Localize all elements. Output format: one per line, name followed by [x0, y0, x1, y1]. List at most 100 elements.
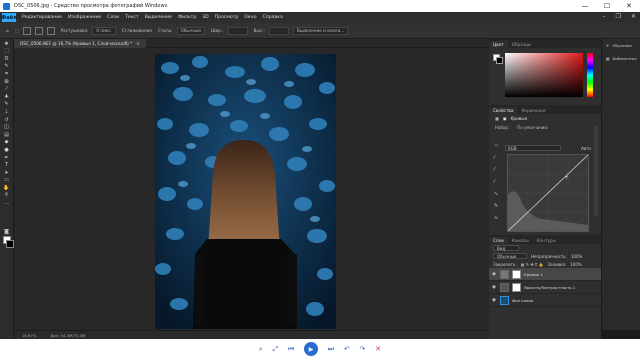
zoom-icon[interactable]: ⌕: [259, 345, 263, 354]
color-bg-swatch[interactable]: [496, 57, 503, 64]
healing-tool-icon[interactable]: ✚: [2, 94, 11, 100]
learn-panel-button[interactable]: ☀ Обучение: [602, 39, 640, 52]
stamp-tool-icon[interactable]: ⊥: [2, 109, 11, 115]
rotate-right-icon[interactable]: ↷: [360, 345, 366, 353]
ps-restore-icon[interactable]: ❐: [616, 13, 621, 20]
visibility-eye-icon[interactable]: ◉: [492, 285, 497, 290]
history-brush-icon[interactable]: ↺: [2, 117, 11, 123]
more-tools-icon[interactable]: …: [2, 201, 11, 206]
curves-graph[interactable]: +: [507, 154, 589, 232]
layer-row[interactable]: ◉ Яркость/Контрастность 1: [489, 281, 601, 294]
gradient-tool-icon[interactable]: ▤: [2, 132, 11, 138]
subtract-selection-icon[interactable]: [46, 26, 55, 35]
ps-minimize-icon[interactable]: –: [603, 13, 606, 20]
eyedropper-white-icon[interactable]: ⁄: [494, 180, 500, 185]
type-tool-icon[interactable]: T: [2, 163, 11, 168]
menu-help[interactable]: Справка: [263, 15, 283, 20]
crop-tool-icon[interactable]: ⌗: [2, 71, 11, 77]
preset-select[interactable]: По умолчанию: [517, 125, 548, 130]
close-button[interactable]: ✕: [618, 0, 640, 12]
tab-properties[interactable]: Свойства: [489, 107, 518, 114]
tab-swatches[interactable]: Образцы: [508, 41, 536, 48]
tab-adjustments[interactable]: Коррекция: [517, 107, 549, 114]
canvas-area[interactable]: [14, 48, 490, 330]
width-input[interactable]: [227, 26, 248, 35]
minimize-button[interactable]: —: [574, 0, 596, 12]
layer-mask-thumb[interactable]: [512, 269, 521, 279]
auto-button[interactable]: Авто: [581, 146, 591, 151]
next-icon[interactable]: ⏭: [328, 345, 334, 354]
add-selection-icon[interactable]: [34, 26, 43, 35]
eyedropper-gray-icon[interactable]: ⁄: [494, 168, 500, 173]
opacity-value[interactable]: 100%: [571, 254, 582, 259]
menu-layers[interactable]: Слои: [107, 15, 119, 20]
visibility-eye-icon[interactable]: ◉: [492, 272, 497, 277]
quick-mask-icon[interactable]: ◙: [2, 230, 11, 235]
libraries-panel-button[interactable]: ▦ Библиотеки: [602, 52, 640, 65]
document-tab[interactable]: DSC_0506.NEF @ 16,7% (Кривые 1, Слой-мас…: [14, 39, 146, 48]
eraser-tool-icon[interactable]: ◫: [2, 125, 11, 130]
pen-tool-icon[interactable]: ✒: [2, 155, 11, 161]
menu-view[interactable]: Просмотр: [215, 15, 239, 20]
blur-tool-icon[interactable]: ◆: [2, 140, 11, 145]
menu-select[interactable]: Выделение: [145, 15, 172, 20]
document-tab-close-icon[interactable]: ×: [136, 41, 140, 46]
fit-window-icon[interactable]: ⤢: [273, 345, 279, 354]
eyedropper-black-icon[interactable]: ⁄: [494, 156, 500, 161]
layer-row[interactable]: ◉ Фон копия: [489, 294, 601, 307]
shape-tool-icon[interactable]: ▭: [2, 178, 11, 183]
maximize-button[interactable]: ☐: [596, 0, 618, 12]
menu-filter[interactable]: Фильтр: [178, 15, 196, 20]
ps-close-icon[interactable]: ✕: [631, 13, 636, 20]
zoom-level[interactable]: 16,67%: [22, 333, 36, 338]
select-and-mask-button[interactable]: Выделение и маска...: [292, 26, 349, 35]
style-select[interactable]: Обычный: [176, 26, 205, 35]
zoom-tool-icon[interactable]: ⚲: [2, 193, 11, 198]
target-adjust-icon[interactable]: ☜: [494, 144, 500, 149]
new-selection-icon[interactable]: [22, 26, 31, 35]
menu-3d[interactable]: 3D: [202, 15, 208, 20]
tab-layers[interactable]: Слои: [489, 237, 508, 244]
move-tool-icon[interactable]: ✥: [2, 41, 11, 47]
smoothing-checkbox[interactable]: Сглаживание: [122, 28, 152, 33]
mask-icon[interactable]: ◼: [503, 116, 506, 121]
rotate-left-icon[interactable]: ↶: [344, 345, 350, 353]
hue-slider[interactable]: [587, 53, 593, 97]
dodge-tool-icon[interactable]: ●: [2, 147, 11, 153]
home-icon[interactable]: ⌂: [6, 28, 9, 33]
feather-input[interactable]: 0 пикс.: [92, 26, 116, 35]
tab-color[interactable]: Цвет: [489, 41, 508, 48]
marquee-tool-icon[interactable]: ⬚: [15, 28, 19, 33]
frame-tool-icon[interactable]: ⊠: [2, 79, 11, 85]
tab-channels[interactable]: Каналы: [508, 237, 533, 244]
lasso-tool-icon[interactable]: ʘ: [2, 56, 11, 62]
file-menu-highlight[interactable]: Файл: [1, 13, 17, 22]
hand-tool-icon[interactable]: ✋: [2, 185, 11, 191]
path-select-tool-icon[interactable]: ➤: [2, 170, 11, 176]
menu-edit[interactable]: Редактирование: [22, 15, 62, 20]
layer-row[interactable]: ◉ Кривые 1: [489, 268, 601, 281]
smooth-icon[interactable]: ≈: [494, 216, 500, 221]
pencil-icon[interactable]: ✎: [494, 204, 500, 209]
fill-value[interactable]: 100%: [570, 262, 581, 267]
menu-text[interactable]: Текст: [125, 15, 139, 20]
quick-select-tool-icon[interactable]: ✎: [2, 64, 11, 69]
height-input[interactable]: [268, 26, 289, 35]
lock-icons[interactable]: ▦ ✎ ✥ ⌗ 🔒: [521, 262, 544, 267]
marquee-tool-icon[interactable]: ⬚: [2, 49, 11, 54]
blend-mode-select[interactable]: Обычные: [493, 253, 527, 259]
properties-scrollbar[interactable]: [594, 126, 598, 216]
layer-mask-thumb[interactable]: [512, 282, 521, 292]
channel-select[interactable]: RGB: [505, 145, 561, 151]
curve-edit-icon[interactable]: ∿: [494, 192, 500, 197]
visibility-eye-icon[interactable]: ◉: [492, 298, 497, 303]
previous-icon[interactable]: ⏮: [288, 345, 294, 354]
document-photo[interactable]: [155, 54, 336, 329]
layer-filter-select[interactable]: Вид: [493, 245, 519, 251]
brush-tool-icon[interactable]: ✎: [2, 102, 11, 107]
delete-icon[interactable]: ✕: [375, 345, 381, 353]
eyedropper-tool-icon[interactable]: ⁄: [2, 87, 11, 92]
background-color-swatch[interactable]: [6, 240, 14, 248]
menu-image[interactable]: Изображение: [68, 15, 101, 20]
tab-paths[interactable]: Контуры: [533, 237, 560, 244]
